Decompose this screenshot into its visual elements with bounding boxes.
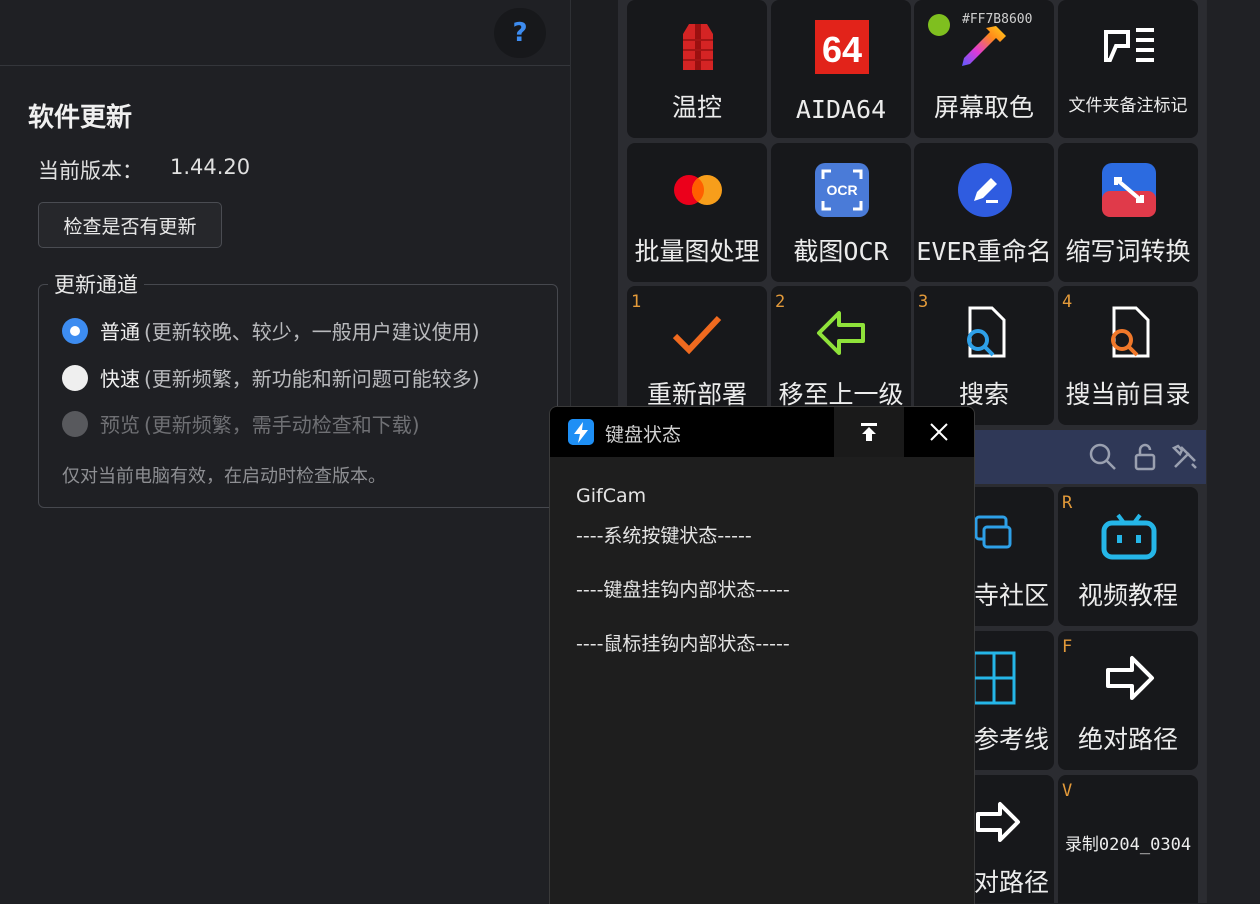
radio-disabled-icon: [62, 410, 88, 437]
close-button[interactable]: [904, 407, 974, 457]
tools-icon[interactable]: [1170, 442, 1200, 472]
radio-unselected-icon[interactable]: [62, 364, 88, 391]
tile-recording[interactable]: V 录制0204_0304: [1058, 775, 1198, 903]
tile-ocr[interactable]: OCR 截图OCR: [771, 143, 911, 282]
picked-color-swatch: [928, 14, 950, 36]
channel-note: 仅对当前电脑有效，在启动时检查版本。: [62, 466, 386, 487]
help-button[interactable]: ?: [494, 8, 546, 58]
shortcut-key: 1: [631, 292, 642, 312]
tile-label: AIDA64: [795, 95, 887, 124]
status-line: GifCam: [576, 485, 647, 507]
channel-desc: (更新较晚、较少，一般用户建议使用): [144, 320, 480, 344]
pin-top-icon: [861, 423, 877, 441]
channel-legend: 更新通道: [48, 269, 144, 299]
guide-lines-icon: [972, 651, 1016, 705]
tile-search-dir[interactable]: 4 搜当前目录: [1058, 286, 1198, 425]
tile-batch-image[interactable]: 批量图处理: [627, 143, 767, 282]
vest-icon: [683, 24, 713, 70]
tile-label: 录制0204_0304: [1064, 835, 1192, 855]
tile-label: 视频教程: [1077, 581, 1178, 610]
shortcut-key: 2: [775, 292, 786, 312]
tile-label: 参考线: [974, 725, 1050, 754]
search-icon[interactable]: [1088, 442, 1118, 472]
svg-text:OCR: OCR: [826, 182, 857, 198]
tile-label: 截图OCR: [793, 237, 889, 266]
channel-desc: (更新频繁，需手动检查和下载): [144, 413, 420, 437]
channel-name: 普通: [100, 320, 140, 344]
tile-label: 对路径: [974, 868, 1050, 897]
search-file-icon: [967, 306, 1006, 358]
tile-label: 文件夹备注标记: [1068, 96, 1188, 116]
channel-option-normal[interactable]: 普通 (更新较晚、较少，一般用户建议使用): [62, 316, 480, 345]
tile-abbr-convert[interactable]: 缩写词转换: [1058, 143, 1198, 282]
shortcut-key: V: [1062, 781, 1073, 801]
lock-icon[interactable]: [1130, 442, 1160, 472]
tile-ever-rename[interactable]: EVER重命名: [914, 143, 1054, 282]
settings-topbar: [0, 0, 570, 66]
shortcut-key: 4: [1062, 292, 1073, 312]
tile-label: EVER重命名: [916, 237, 1052, 266]
tile-move-up[interactable]: 2 移至上一级: [771, 286, 911, 425]
channel-option-preview: 预览 (更新频繁，需手动检查和下载): [62, 409, 420, 438]
status-line: ----系统按键状态-----: [576, 525, 752, 547]
mastercard-icon: [674, 175, 722, 205]
tile-label: 缩写词转换: [1065, 237, 1191, 266]
channel-name: 预览: [100, 413, 140, 437]
tile-redeploy[interactable]: 1 重新部署: [627, 286, 767, 425]
tile-search[interactable]: 3 搜索: [914, 286, 1054, 425]
shortcut-key: 3: [918, 292, 929, 312]
version-value: 1.44.20: [170, 155, 251, 179]
picked-color-hex: #FF7B8600: [962, 12, 1033, 27]
channel-desc: (更新频繁，新功能和新问题可能较多): [144, 367, 480, 391]
pin-top-button[interactable]: [834, 407, 904, 457]
app-lightning-icon: [568, 419, 594, 445]
tile-absolute-path[interactable]: F 绝对路径: [1058, 631, 1198, 770]
tile-label: 搜当前目录: [1065, 380, 1191, 409]
channel-option-fast[interactable]: 快速 (更新频繁，新功能和新问题可能较多): [62, 363, 480, 392]
version-label: 当前版本：: [38, 159, 143, 183]
folder-note-icon: [1104, 28, 1154, 62]
aida64-icon: 64: [815, 20, 869, 74]
arrow-left-icon: [817, 311, 865, 355]
radio-selected-icon[interactable]: [62, 317, 88, 344]
shortcut-key: F: [1062, 637, 1073, 657]
search-folder-icon: [1111, 306, 1150, 358]
keyboard-status-window: 键盘状态 GifCam ----系统按键状态----- ----键盘挂钩内部状态…: [549, 406, 975, 904]
help-icon: ?: [512, 18, 528, 48]
check-icon: [672, 315, 722, 355]
bilibili-icon: [1101, 513, 1157, 560]
ocr-icon: OCR: [815, 163, 869, 217]
arrow-right-icon: [1106, 656, 1154, 700]
pen-icon: [958, 163, 1012, 217]
tile-folder-note[interactable]: 文件夹备注标记: [1058, 0, 1198, 138]
tile-label: 屏幕取色: [933, 93, 1034, 122]
popup-title: 键盘状态: [605, 424, 682, 446]
tile-label: 寺社区: [974, 581, 1050, 610]
svg-text:64: 64: [822, 29, 862, 70]
convert-icon: [1102, 163, 1156, 217]
status-line: ----鼠标挂钩内部状态-----: [576, 633, 790, 655]
section-title: 软件更新: [28, 103, 133, 133]
popup-titlebar[interactable]: 键盘状态: [550, 407, 974, 457]
tile-temp[interactable]: 温控: [627, 0, 767, 138]
tile-label: 温控: [671, 93, 722, 122]
right-edge: [1206, 0, 1260, 903]
arrow-right-icon: [976, 802, 1020, 842]
tile-label: 绝对路径: [1077, 725, 1178, 754]
tile-label: 批量图处理: [634, 237, 760, 266]
tile-aida64[interactable]: 64 AIDA64: [771, 0, 911, 138]
shortcut-key: R: [1062, 493, 1073, 513]
check-update-button[interactable]: 检查是否有更新: [38, 202, 222, 248]
close-icon: [930, 423, 948, 441]
settings-panel: ? 软件更新 当前版本： 1.44.20 检查是否有更新 更新通道 普通 (更新…: [0, 0, 570, 903]
channel-name: 快速: [100, 367, 140, 391]
tile-video-tutorial[interactable]: R 视频教程: [1058, 487, 1198, 626]
status-line: ----键盘挂钩内部状态-----: [576, 579, 790, 601]
